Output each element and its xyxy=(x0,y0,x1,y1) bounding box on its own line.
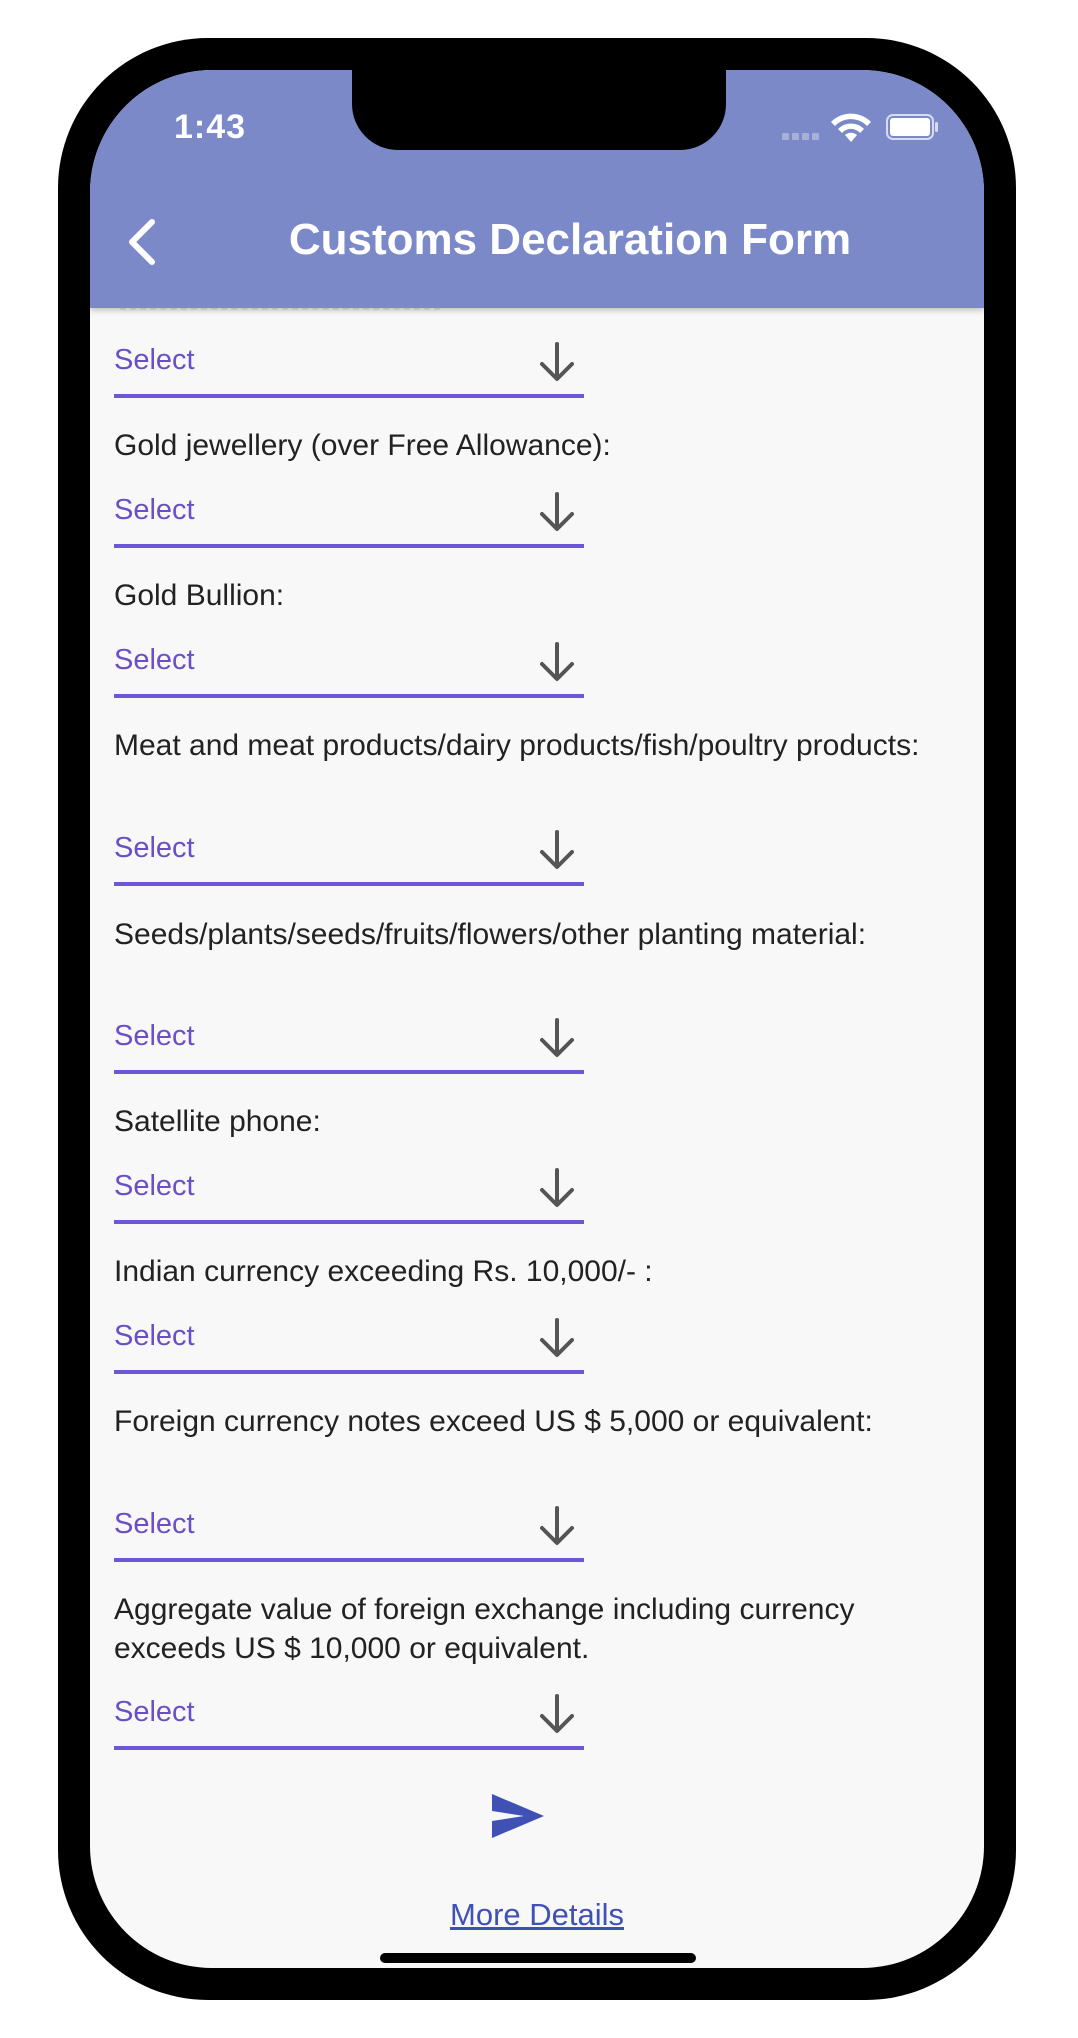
more-details-link[interactable]: More Details xyxy=(90,1897,984,1933)
status-time: 1:43 xyxy=(174,108,247,146)
select-value: Select xyxy=(114,644,195,676)
wifi-icon xyxy=(831,113,871,142)
select-value: Select xyxy=(114,494,195,526)
select-dropdown[interactable]: Select xyxy=(114,488,584,548)
arrow-down-icon xyxy=(540,1018,574,1057)
select-value: Select xyxy=(114,832,195,864)
select-value: Select xyxy=(114,1020,195,1052)
question-label: Seeds/plants/seeds/fruits/flowers/other … xyxy=(114,918,867,951)
select-value: Select xyxy=(114,1508,195,1540)
cellular-signal-icon xyxy=(782,130,822,140)
question-label: Indian currency exceeding Rs. 10,000/- : xyxy=(114,1255,653,1288)
submit-button[interactable] xyxy=(490,1792,546,1840)
arrow-down-icon xyxy=(540,1168,574,1207)
screen: 1:43 Customs Declaration Form Select Gol… xyxy=(90,70,984,1968)
select-value: Select xyxy=(114,1320,195,1352)
arrow-down-icon xyxy=(540,1506,574,1545)
arrow-down-icon xyxy=(540,1318,574,1357)
back-button[interactable] xyxy=(112,210,184,274)
arrow-down-icon xyxy=(540,342,574,381)
arrow-down-icon xyxy=(540,642,574,681)
select-dropdown[interactable]: Select xyxy=(114,1502,584,1562)
select-dropdown[interactable]: Select xyxy=(114,1164,584,1224)
select-value: Select xyxy=(114,1696,195,1728)
select-value: Select xyxy=(114,344,195,376)
question-label: Gold Bullion: xyxy=(114,579,285,612)
arrow-down-icon xyxy=(540,1694,574,1733)
device-notch xyxy=(352,70,726,150)
arrow-down-icon xyxy=(540,492,574,531)
select-dropdown[interactable]: Select xyxy=(114,1014,584,1074)
question-label: Aggregate value of foreign exchange incl… xyxy=(114,1593,855,1665)
scrolled-off-content xyxy=(120,308,440,320)
select-dropdown[interactable]: Select xyxy=(114,338,584,398)
battery-icon xyxy=(886,114,938,140)
chevron-left-icon xyxy=(129,219,155,265)
home-indicator xyxy=(380,1953,696,1963)
question-label: Meat and meat products/dairy products/fi… xyxy=(114,729,920,762)
select-dropdown[interactable]: Select xyxy=(114,1314,584,1374)
select-value: Select xyxy=(114,1170,195,1202)
question-label: Foreign currency notes exceed US $ 5,000… xyxy=(114,1405,873,1438)
question-label: Satellite phone: xyxy=(114,1105,321,1138)
send-icon xyxy=(492,1794,544,1838)
select-dropdown[interactable]: Select xyxy=(114,1690,584,1750)
page-title: Customs Declaration Form xyxy=(288,215,852,264)
question-label: Gold jewellery (over Free Allowance): xyxy=(114,429,611,462)
arrow-down-icon xyxy=(540,830,574,869)
select-dropdown[interactable]: Select xyxy=(114,826,584,886)
select-dropdown[interactable]: Select xyxy=(114,638,584,698)
